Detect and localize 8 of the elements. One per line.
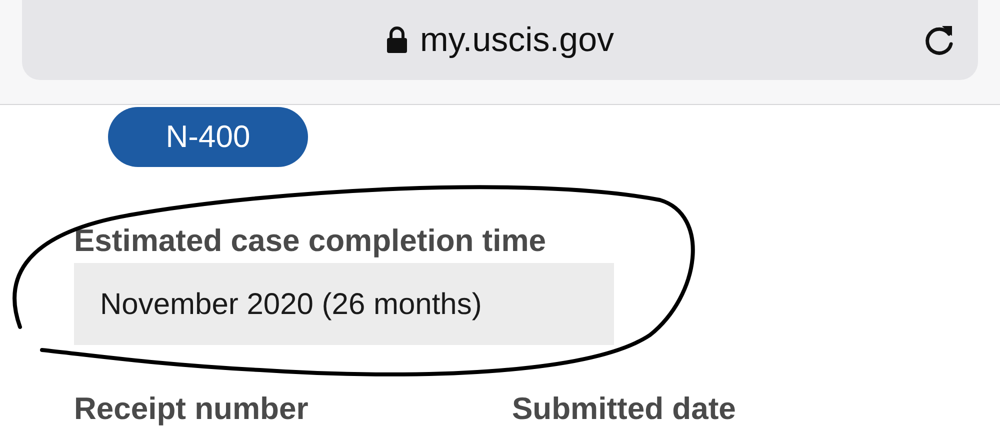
field-label: Submitted date [512, 390, 737, 428]
address-bar[interactable]: my.uscis.gov [22, 0, 978, 80]
lock-icon [386, 26, 408, 54]
url-text: my.uscis.gov [420, 20, 614, 60]
form-badge: N-400 [108, 107, 308, 167]
field-label: Receipt number [74, 390, 310, 428]
estimate-value: November 2020 (26 months) [74, 263, 614, 345]
estimate-label: Estimated case completion time [74, 222, 548, 260]
